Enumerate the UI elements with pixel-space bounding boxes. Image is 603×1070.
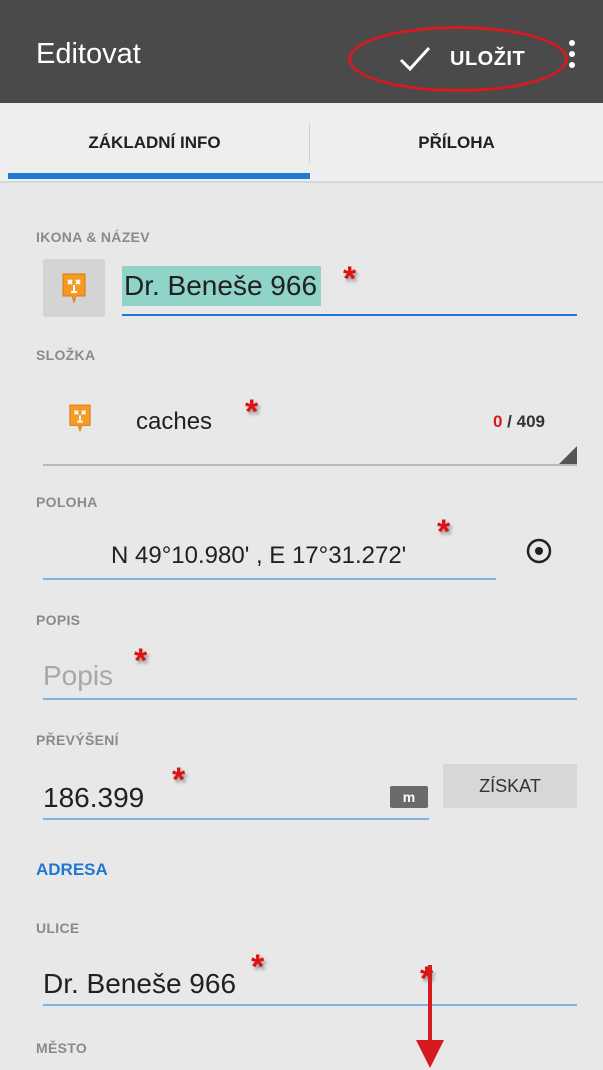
save-label: ULOŽIT: [450, 47, 526, 70]
unit-badge: m: [390, 786, 428, 808]
folder-select[interactable]: caches 0 / 409: [43, 380, 577, 466]
elevation-label: PŘEVÝŠENÍ: [36, 732, 119, 748]
dropdown-corner-icon: [559, 446, 577, 464]
required-star: *: [343, 260, 357, 298]
address-header: ADRESA: [36, 860, 108, 879]
geocache-icon: [69, 404, 91, 433]
required-star: *: [437, 513, 451, 551]
active-tab-indicator: [8, 173, 310, 179]
folder-name: caches: [136, 408, 213, 435]
street-label: ULICE: [36, 920, 80, 936]
page-title: Editovat: [36, 38, 141, 70]
required-star: *: [172, 761, 186, 799]
folder-count-total: / 409: [502, 412, 545, 431]
check-icon: [399, 46, 431, 72]
icon-name-label: IKONA & NÁZEV: [36, 229, 150, 245]
waypoint-icon-button[interactable]: [43, 259, 105, 317]
required-star: *: [245, 393, 259, 431]
more-vert-icon[interactable]: [564, 40, 580, 80]
description-placeholder: Popis: [43, 660, 114, 691]
location-label: POLOHA: [36, 494, 98, 510]
required-star: *: [251, 948, 265, 986]
arrow-down-icon: [416, 1040, 444, 1068]
description-input[interactable]: Popis: [43, 640, 577, 700]
street-input[interactable]: Dr. Beneše 966: [43, 946, 577, 1006]
tab-attachment[interactable]: PŘÍLOHA: [310, 103, 603, 183]
coordinates-input[interactable]: N 49°10.980' , E 17°31.272': [43, 520, 496, 580]
save-button[interactable]: ULOŽIT: [398, 36, 525, 82]
city-label: MĚSTO: [36, 1040, 88, 1056]
annotation-arrow-line: [428, 965, 432, 1043]
name-value: Dr. Beneše 966: [122, 266, 322, 306]
tab-bar: ZÁKLADNÍ INFO PŘÍLOHA: [0, 103, 603, 183]
folder-count: 0 / 409: [493, 412, 545, 432]
geocache-icon: [62, 273, 86, 304]
gps-target-icon[interactable]: [525, 537, 553, 565]
elevation-input[interactable]: 186.399: [43, 760, 429, 820]
tab-basic-info[interactable]: ZÁKLADNÍ INFO: [0, 103, 309, 183]
description-label: POPIS: [36, 612, 81, 628]
coordinates-value: N 49°10.980' , E 17°31.272': [111, 542, 407, 569]
required-star: *: [134, 642, 148, 680]
folder-label: SLOŽKA: [36, 347, 96, 363]
elevation-value: 186.399: [43, 782, 145, 813]
street-value: Dr. Beneše 966: [43, 968, 237, 999]
get-elevation-button[interactable]: ZÍSKAT: [443, 764, 577, 808]
app-bar: Editovat ULOŽIT: [0, 0, 603, 103]
